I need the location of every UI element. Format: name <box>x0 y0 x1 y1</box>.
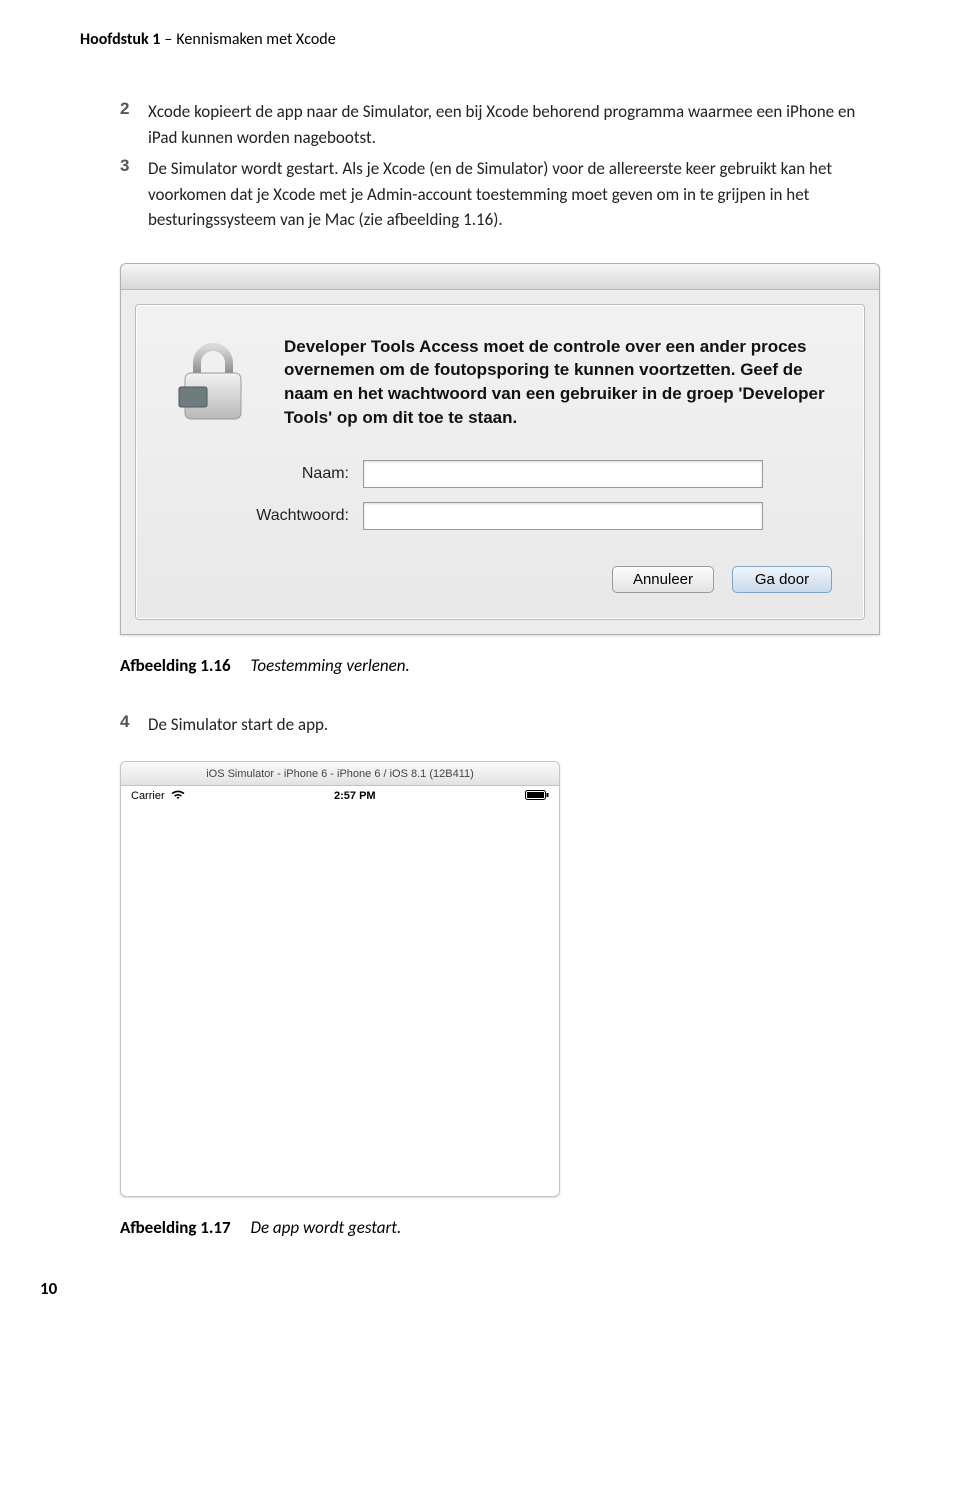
step-item: 2 Xcode kopieert de app naar de Simulato… <box>120 99 880 150</box>
step-text: De Simulator wordt gestart. Als je Xcode… <box>148 156 880 233</box>
name-input[interactable] <box>363 460 763 488</box>
simulator-status-bar: Carrier 2:57 PM <box>121 786 559 806</box>
carrier-label: Carrier <box>131 790 165 802</box>
step-list: 4 De Simulator start de app. <box>120 712 880 738</box>
figure-caption: Afbeelding 1.16 Toestemming verlenen. <box>120 655 880 676</box>
name-label: Naam: <box>168 465 363 483</box>
figure-caption: Afbeelding 1.17 De app wordt gestart. <box>120 1217 880 1238</box>
step-text: Xcode kopieert de app naar de Simulator,… <box>148 99 880 150</box>
wifi-icon <box>171 790 185 803</box>
step-item: 4 De Simulator start de app. <box>120 712 880 738</box>
simulator-window: iOS Simulator - iPhone 6 - iPhone 6 / iO… <box>120 761 560 1197</box>
step-number: 3 <box>120 156 148 233</box>
permission-dialog: Developer Tools Access moet de controle … <box>120 263 880 635</box>
lock-icon <box>168 335 258 425</box>
caption-label: Afbeelding 1.16 <box>120 655 231 676</box>
step-number: 2 <box>120 99 148 150</box>
chapter-title: Kennismaken met Xcode <box>176 30 335 49</box>
caption-text: Toestemming verlenen. <box>251 655 410 676</box>
password-input[interactable] <box>363 502 763 530</box>
dialog-body: Developer Tools Access moet de controle … <box>135 304 865 620</box>
simulator-titlebar: iOS Simulator - iPhone 6 - iPhone 6 / iO… <box>121 762 559 786</box>
caption-label: Afbeelding 1.17 <box>120 1217 231 1238</box>
password-row: Wachtwoord: <box>168 502 832 530</box>
step-number: 4 <box>120 712 148 738</box>
battery-icon <box>525 790 549 803</box>
password-label: Wachtwoord: <box>168 507 363 525</box>
name-row: Naam: <box>168 460 832 488</box>
step-text: De Simulator start de app. <box>148 712 328 738</box>
simulator-screen <box>121 806 559 1196</box>
step-item: 3 De Simulator wordt gestart. Als je Xco… <box>120 156 880 233</box>
continue-button[interactable]: Ga door <box>732 566 832 593</box>
caption-text: De app wordt gestart. <box>251 1217 402 1238</box>
chapter-header: Hoofdstuk 1–Kennismaken met Xcode <box>80 30 880 49</box>
dialog-message: Developer Tools Access moet de controle … <box>284 335 832 430</box>
chapter-prefix: Hoofdstuk 1 <box>80 30 160 49</box>
status-time: 2:57 PM <box>334 790 376 802</box>
step-list: 2 Xcode kopieert de app naar de Simulato… <box>120 99 880 233</box>
dialog-titlebar <box>121 264 879 290</box>
page-number: 10 <box>40 1278 880 1299</box>
cancel-button[interactable]: Annuleer <box>612 566 714 593</box>
